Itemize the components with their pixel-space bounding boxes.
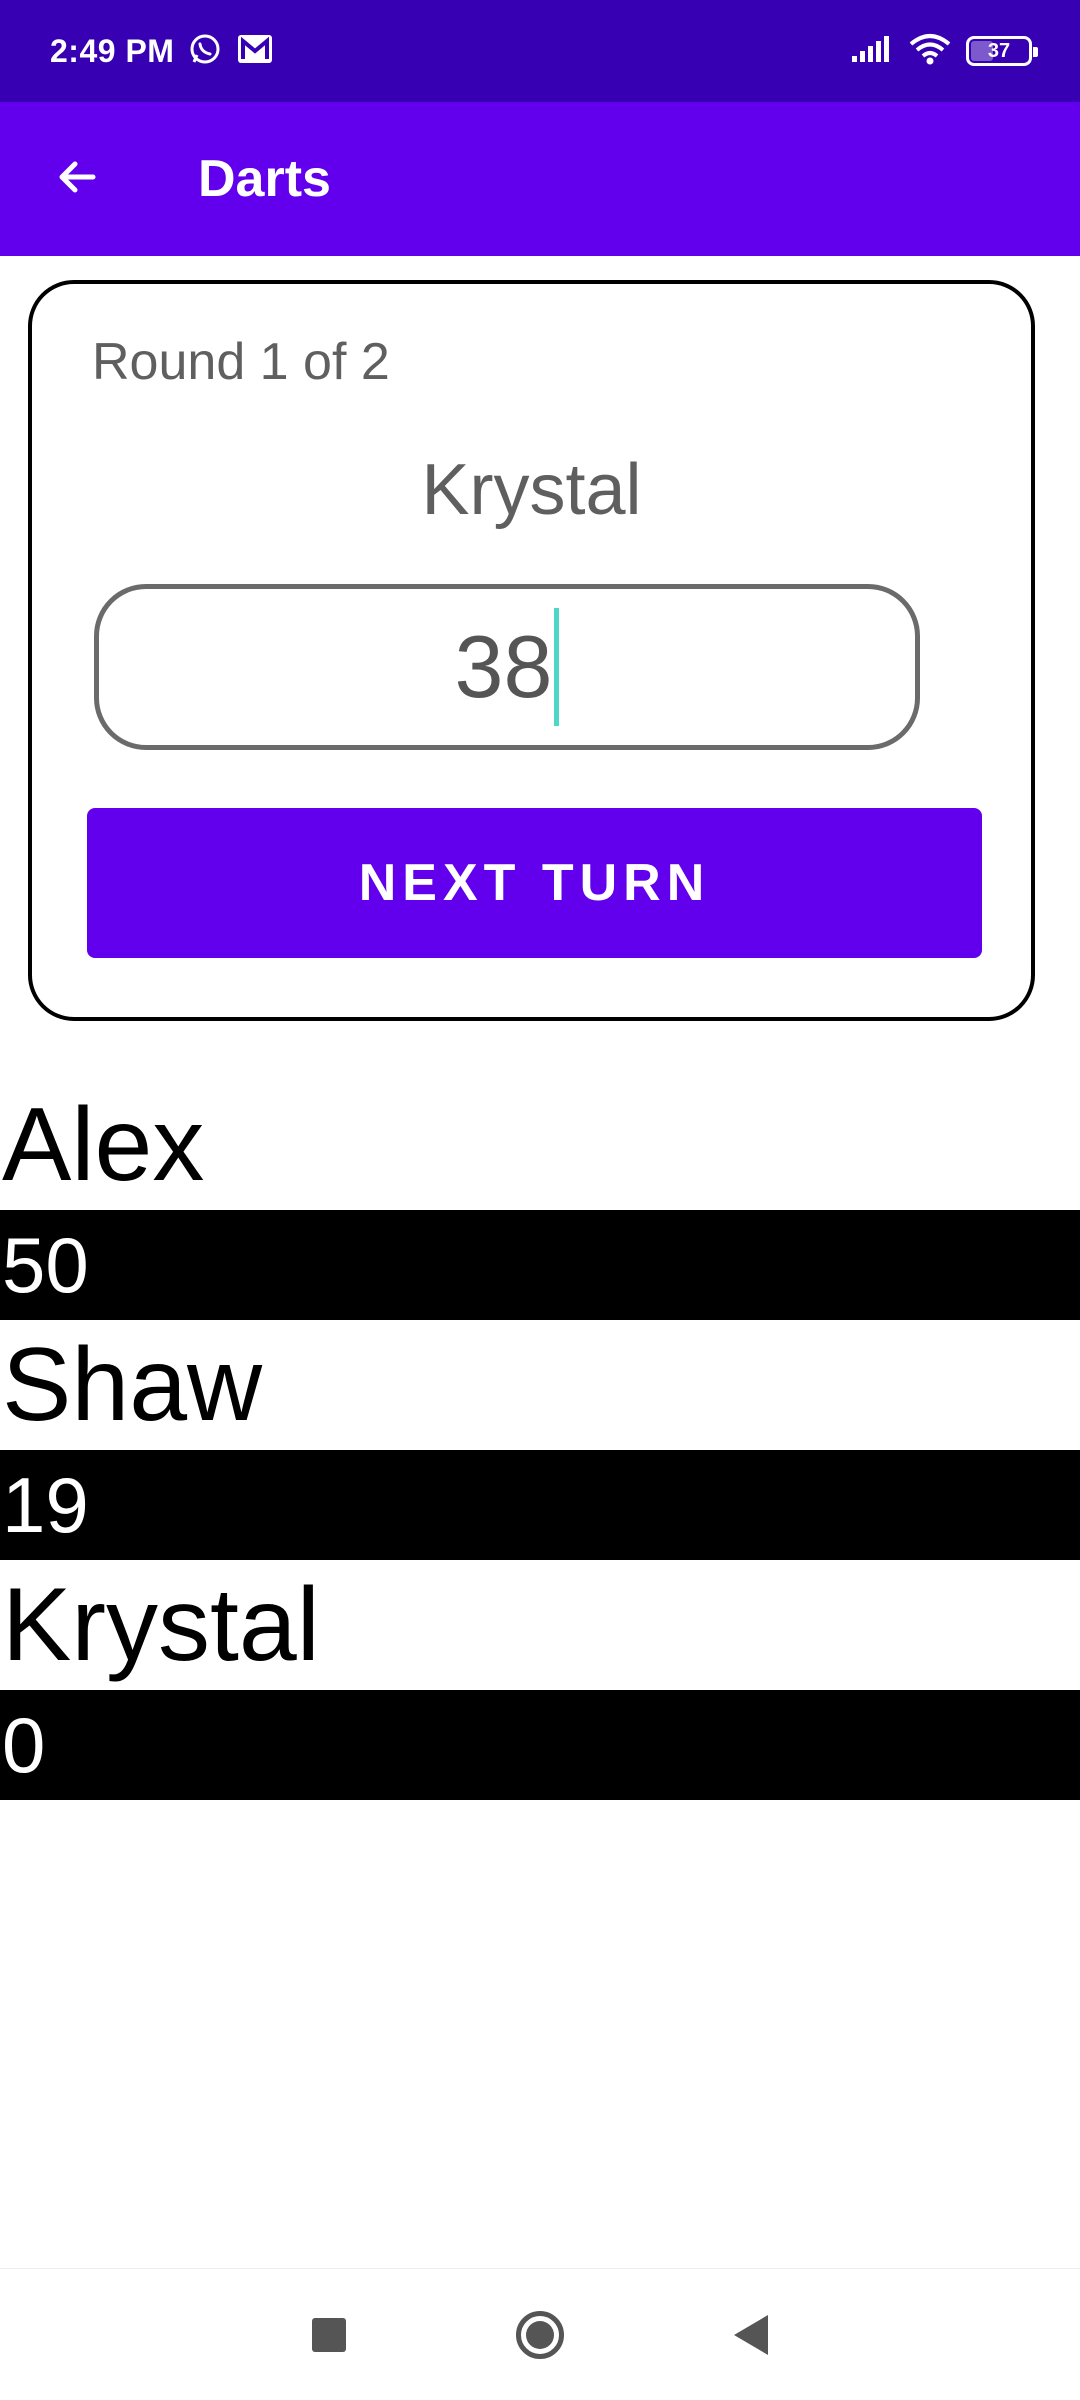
app-bar: Darts (0, 102, 1080, 256)
back-icon[interactable] (734, 2314, 768, 2355)
turn-card: Round 1 of 2 Krystal 38 NEXT TURN (28, 280, 1035, 1021)
signal-icon (850, 34, 894, 69)
player-list: Alex 50 Shaw 19 Krystal 0 (0, 1080, 1080, 1800)
recents-icon[interactable] (312, 2317, 346, 2352)
score-input-value: 38 (454, 617, 553, 716)
player-name: Shaw (2, 1327, 263, 1443)
page-title: Darts (198, 150, 331, 208)
status-left: 2:49 PM (50, 32, 274, 71)
back-button[interactable] (0, 102, 154, 256)
player-score: 19 (0, 1450, 1080, 1560)
home-icon-inner (526, 2320, 554, 2349)
player-name: Alex (2, 1087, 205, 1203)
list-item: Alex 50 (0, 1080, 1080, 1320)
status-time: 2:49 PM (50, 32, 175, 69)
battery-level: 37 (987, 39, 1011, 62)
status-right: 37 (850, 32, 1038, 71)
status-bar: 2:49 PM 37 (0, 0, 1080, 102)
score-input[interactable]: 38 (94, 584, 920, 750)
current-player-name: Krystal (421, 450, 642, 530)
system-nav-bar (0, 2268, 1080, 2400)
list-item: Krystal 0 (0, 1560, 1080, 1800)
gmail-icon (236, 32, 274, 71)
player-name: Krystal (2, 1567, 320, 1683)
text-caret (554, 608, 560, 726)
home-icon[interactable] (516, 2310, 564, 2359)
player-score: 0 (0, 1690, 1080, 1800)
battery-icon: 37 (966, 36, 1038, 66)
list-item: Shaw 19 (0, 1320, 1080, 1560)
whatsapp-icon (188, 32, 222, 71)
round-label: Round 1 of 2 (92, 333, 390, 391)
wifi-icon (908, 32, 952, 71)
player-score: 50 (0, 1210, 1080, 1320)
next-turn-button[interactable]: NEXT TURN (87, 808, 982, 958)
arrow-left-icon (53, 153, 101, 206)
